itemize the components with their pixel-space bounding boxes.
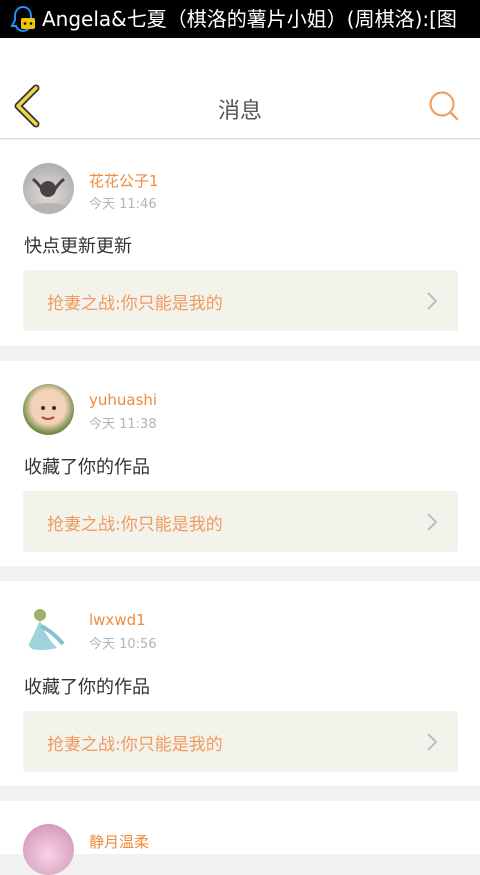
page-title: 消息 <box>217 99 262 124</box>
timestamp: 今天 11:46 <box>89 197 157 212</box>
avatar[interactable] <box>23 163 74 214</box>
username[interactable]: lwxwd1 <box>89 611 146 629</box>
message-text: 收藏了你的作品 <box>24 457 150 478</box>
avatar-image <box>28 177 69 214</box>
qq-penguin-icon <box>10 5 36 33</box>
status-bar: Angela&七夏（棋洛的薯片小姐）(周棋洛):[图 <box>0 0 480 38</box>
username[interactable]: 花花公子1 <box>89 170 159 191</box>
nav-header: 消息 <box>0 38 480 139</box>
timestamp: 今天 10:56 <box>89 637 157 652</box>
message-text: 快点更新更新 <box>24 236 132 257</box>
work-title: 抢妻之战:你只能是我的 <box>47 735 223 755</box>
avatar[interactable] <box>23 604 74 655</box>
notification-text: Angela&七夏（棋洛的薯片小姐）(周棋洛):[图 <box>42 7 457 31</box>
work-link[interactable]: 抢妻之战:你只能是我的 <box>23 270 458 331</box>
timestamp: 今天 11:38 <box>89 417 157 432</box>
username[interactable]: 静月温柔 <box>89 831 149 852</box>
work-link[interactable]: 抢妻之战:你只能是我的 <box>23 491 458 552</box>
avatar[interactable] <box>23 824 74 875</box>
chevron-right-icon <box>427 513 437 531</box>
work-title: 抢妻之战:你只能是我的 <box>47 294 223 314</box>
avatar-image <box>27 609 65 650</box>
work-title: 抢妻之战:你只能是我的 <box>47 515 223 535</box>
avatar-image <box>41 406 56 420</box>
message-card[interactable]: lwxwd1 今天 10:56 收藏了你的作品 抢妻之战:你只能是我的 <box>0 581 480 786</box>
message-text: 收藏了你的作品 <box>24 677 150 698</box>
message-card[interactable]: 花花公子1 今天 11:46 快点更新更新 抢妻之战:你只能是我的 <box>0 140 480 346</box>
avatar[interactable] <box>23 384 74 435</box>
chevron-right-icon <box>427 292 437 310</box>
search-icon[interactable] <box>428 90 460 122</box>
work-link[interactable]: 抢妻之战:你只能是我的 <box>23 711 458 772</box>
message-card[interactable]: 静月温柔 <box>0 801 480 875</box>
username[interactable]: yuhuashi <box>89 391 157 409</box>
message-card[interactable]: yuhuashi 今天 11:38 收藏了你的作品 抢妻之战:你只能是我的 <box>0 361 480 566</box>
chevron-right-icon <box>427 733 437 751</box>
